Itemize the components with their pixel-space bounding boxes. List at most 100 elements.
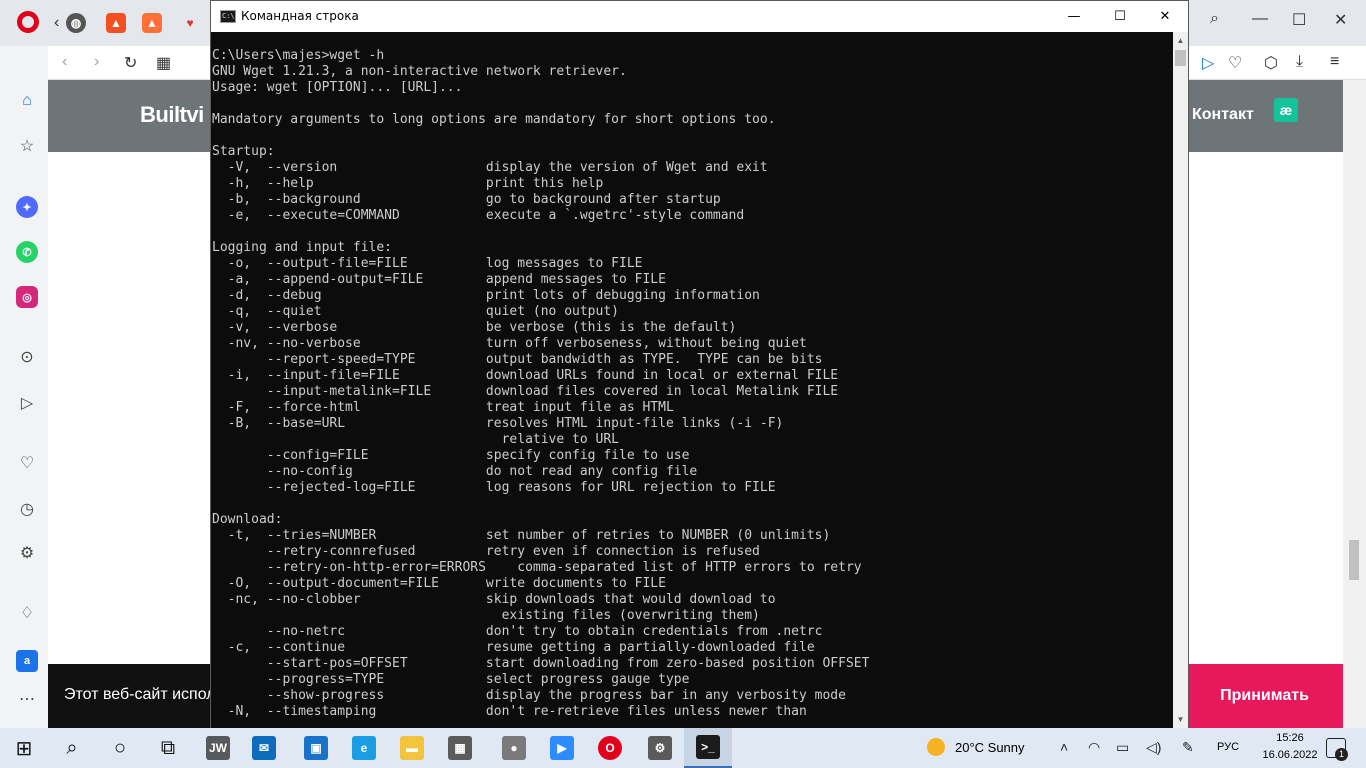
calculator-app[interactable]: ▦ [436, 728, 484, 768]
cmd-output-line: -i, --input-file=FILE download URLs foun… [212, 368, 839, 383]
cmd-title-bar[interactable]: C:\ Командная строка — ☐ ✕ [211, 1, 1188, 32]
cmd-output-line: C:\Users\majes>wget -h [212, 48, 385, 63]
player-icon[interactable]: ⊙ [16, 346, 38, 368]
cmd-maximize-button[interactable]: ☐ [1097, 1, 1143, 32]
cmd-output-line [212, 96, 869, 112]
mail-app-icon: ✉ [252, 736, 276, 760]
notification-center-icon[interactable]: 1 [1326, 738, 1348, 761]
vivaldi-tab-icon[interactable]: ♥ [180, 13, 200, 33]
page-scrollbar[interactable] [1343, 80, 1366, 728]
store-app[interactable]: ▣ [292, 728, 340, 768]
cmd-output-line: -e, --execute=COMMAND execute a `.wgetrc… [212, 208, 745, 223]
close-icon[interactable]: ✕ [1334, 10, 1347, 30]
cookie-accept-button[interactable]: Принимать [1186, 664, 1343, 728]
snapshot-icon[interactable]: ⬡ [1264, 53, 1278, 73]
send-icon[interactable]: ▷ [16, 392, 38, 414]
settings-app[interactable]: ⚙ [636, 728, 684, 768]
send-page-icon[interactable]: ▷ [1202, 53, 1214, 73]
star-icon[interactable]: ☆ [16, 135, 38, 157]
cmd-window-title: Командная строка [241, 9, 359, 23]
brave-tab-icon[interactable]: ▲ [106, 13, 126, 33]
cmd-output-line: -a, --append-output=FILE append messages… [212, 272, 666, 287]
forward-icon[interactable]: › [94, 53, 99, 71]
search-button-icon: ⌕ [66, 736, 78, 759]
home-icon[interactable]: ⌂ [16, 90, 38, 112]
cmd-minimize-button[interactable]: — [1051, 1, 1097, 32]
globe-tab-icon[interactable]: ◍ [66, 13, 86, 33]
more-icon[interactable]: ⋯ [16, 688, 38, 710]
battery-icon[interactable]: ▭ [1116, 739, 1129, 756]
cmd-output-line: relative to URL [212, 432, 619, 447]
opera-menu-icon[interactable] [17, 11, 39, 33]
explorer-app[interactable]: ▬ [388, 728, 436, 768]
cmd-output-line: -N, --timestamping don't re-retrieve fil… [212, 704, 807, 719]
scroll-down-icon[interactable]: ▼ [1173, 711, 1188, 728]
cmd-scrollbar-thumb[interactable] [1175, 50, 1186, 66]
cmd-output-line: -b, --background go to background after … [212, 192, 721, 207]
cmd-output-line [212, 224, 869, 240]
cmd-output-line: --retry-on-http-error=ERRORS comma-separ… [212, 560, 862, 575]
cmd-scrollbar[interactable]: ▲ ▼ [1173, 32, 1188, 728]
cmd-output-line: --rejected-log=FILE log reasons for URL … [212, 480, 776, 495]
command-prompt-window: C:\ Командная строка — ☐ ✕ C:\Users\maje… [210, 0, 1189, 728]
voice-recorder-app[interactable]: ● [490, 728, 538, 768]
cmd-output-line: --config=FILE specify config file to use [212, 448, 690, 463]
chevron-left-icon[interactable]: ‹ [54, 14, 59, 32]
minimize-icon[interactable]: — [1252, 10, 1268, 28]
mail-app[interactable]: ✉ [240, 728, 288, 768]
download-icon[interactable]: ⤓ [1296, 53, 1303, 71]
start-button[interactable]: ⊞ [0, 728, 48, 768]
cortana-button[interactable]: ○ [96, 728, 144, 768]
aurora-tab-icon[interactable]: ▲ [142, 13, 162, 33]
cmd-output-line: -O, --output-document=FILE write documen… [212, 576, 666, 591]
bookmark-heart-icon[interactable]: ♡ [1228, 53, 1242, 73]
reload-icon[interactable]: ↻ [124, 53, 137, 73]
heart-icon[interactable]: ♡ [16, 452, 38, 474]
site-logo[interactable]: Builtvi [140, 102, 204, 128]
opera-app[interactable]: O [586, 728, 634, 768]
search-tabs-icon[interactable]: ⌕ [1210, 10, 1219, 28]
cmd-console[interactable]: C:\Users\majes>wget -h GNU Wget 1.21.3, a… [211, 32, 1173, 728]
back-icon[interactable]: ‹ [62, 53, 67, 71]
task-view-button[interactable]: ⧉ [144, 728, 192, 768]
nav-contact-link[interactable]: Контакт [1192, 106, 1254, 124]
brand-badge: æ [1274, 98, 1298, 122]
cmd-output-line [212, 496, 869, 512]
zoom-app[interactable]: ▶ [538, 728, 586, 768]
history-icon[interactable]: ◷ [16, 498, 38, 520]
cmd-close-button[interactable]: ✕ [1142, 1, 1188, 32]
scroll-up-icon[interactable]: ▲ [1173, 32, 1188, 49]
instagram-icon[interactable]: ◎ [16, 286, 38, 308]
clock-date[interactable]: 16.06.2022 [1258, 749, 1322, 761]
translate-icon[interactable]: a [16, 650, 38, 672]
cmd-output-line [212, 128, 869, 144]
speed-dial-icon[interactable]: ▦ [156, 53, 171, 73]
edge-app[interactable]: e [340, 728, 388, 768]
sun-icon[interactable] [927, 738, 945, 756]
easy-setup-icon[interactable]: ≡ [1330, 53, 1339, 71]
cmd-output-line: --no-config do not read any config file [212, 464, 698, 479]
pen-icon[interactable]: ✎ [1182, 739, 1194, 756]
cmd-app[interactable]: >_ [684, 728, 732, 768]
language-indicator[interactable]: РУС [1217, 741, 1239, 753]
volume-icon[interactable]: ◁) [1146, 739, 1161, 756]
whatsapp-icon[interactable]: ✆ [16, 241, 38, 263]
network-icon[interactable]: ◠ [1088, 739, 1100, 756]
jw-app[interactable]: JW [194, 728, 242, 768]
settings-icon[interactable]: ⚙ [16, 542, 38, 564]
weather-widget[interactable]: 20°C Sunny [955, 740, 1025, 755]
cmd-output-line: -V, --version display the version of Wge… [212, 160, 768, 175]
page-scrollbar-thumb[interactable] [1349, 540, 1359, 580]
lightbulb-icon[interactable]: ♢ [16, 602, 38, 624]
cmd-output-line: -d, --debug print lots of debugging info… [212, 288, 760, 303]
cmd-output-line: -F, --force-html treat input file as HTM… [212, 400, 674, 415]
cmd-output-line: --input-metalink=FILE download files cov… [212, 384, 839, 399]
maximize-icon[interactable]: ☐ [1292, 10, 1306, 30]
search-button[interactable]: ⌕ [48, 728, 96, 768]
clock-time[interactable]: 15:26 [1266, 732, 1314, 744]
start-button-icon: ⊞ [15, 737, 33, 760]
cmd-output-line: -q, --quiet quiet (no output) [212, 304, 619, 319]
store-app-icon: ▣ [304, 736, 328, 760]
show-hidden-icons-icon[interactable]: ˄ [1060, 739, 1068, 755]
messenger-icon[interactable]: ✦ [16, 196, 38, 218]
